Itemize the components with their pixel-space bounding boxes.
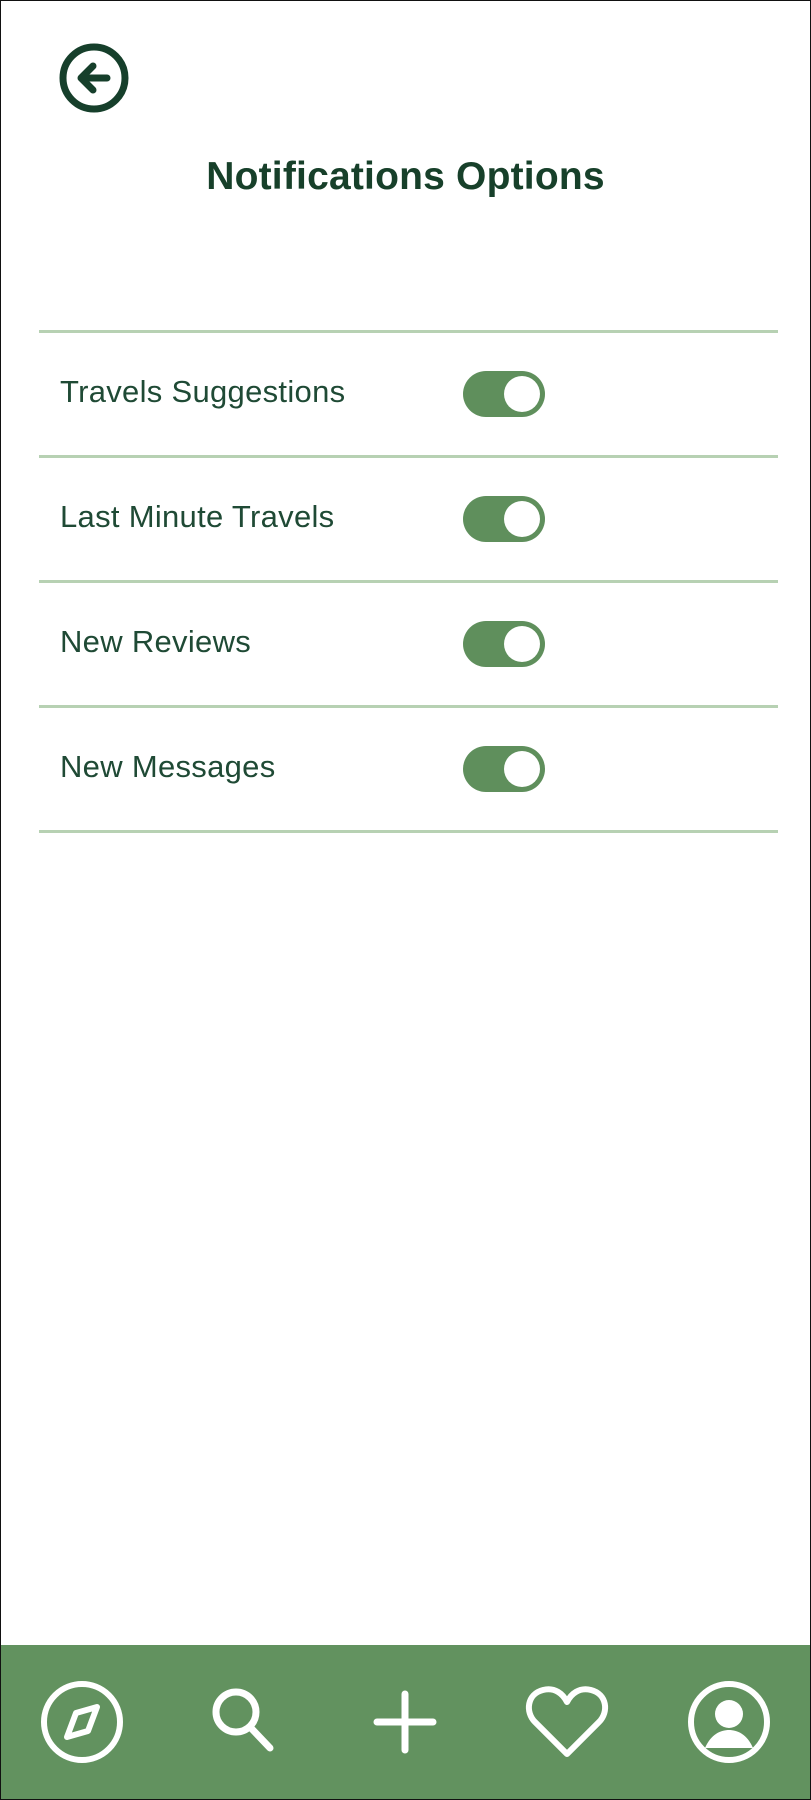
nav-explore-button[interactable] (36, 1676, 128, 1768)
screen: Notifications Options Travels Suggestion… (0, 0, 811, 1800)
toggle-knob (504, 376, 540, 412)
bottom-nav (1, 1645, 810, 1799)
compass-icon (40, 1681, 123, 1763)
search-icon (212, 1688, 274, 1752)
setting-row-new-reviews: New Reviews (39, 583, 778, 708)
setting-label: New Reviews (60, 624, 252, 659)
heart-icon (526, 1686, 609, 1757)
arrow-left-circle-icon (59, 43, 129, 113)
setting-label: Last Minute Travels (60, 499, 335, 534)
new-reviews-toggle[interactable] (463, 621, 545, 667)
page-title: Notifications Options (206, 155, 605, 198)
toggle-knob (504, 501, 540, 537)
nav-favorites-button[interactable] (521, 1676, 613, 1768)
travels-suggestions-toggle[interactable] (463, 371, 545, 417)
toggle-knob (504, 751, 540, 787)
setting-label: Travels Suggestions (60, 374, 346, 409)
back-button[interactable] (57, 41, 131, 115)
setting-row-last-minute-travels: Last Minute Travels (39, 458, 778, 583)
notification-settings-list: Travels Suggestions Last Minute Travels … (39, 330, 778, 833)
setting-row-travels-suggestions: Travels Suggestions (39, 333, 778, 458)
nav-add-button[interactable] (359, 1676, 451, 1768)
toggle-knob (504, 626, 540, 662)
plus-icon (373, 1690, 437, 1754)
setting-row-new-messages: New Messages (39, 708, 778, 833)
setting-label: New Messages (60, 749, 276, 784)
nav-profile-button[interactable] (683, 1676, 775, 1768)
user-circle-icon (688, 1681, 771, 1763)
last-minute-travels-toggle[interactable] (463, 496, 545, 542)
new-messages-toggle[interactable] (463, 746, 545, 792)
nav-search-button[interactable] (198, 1676, 290, 1768)
